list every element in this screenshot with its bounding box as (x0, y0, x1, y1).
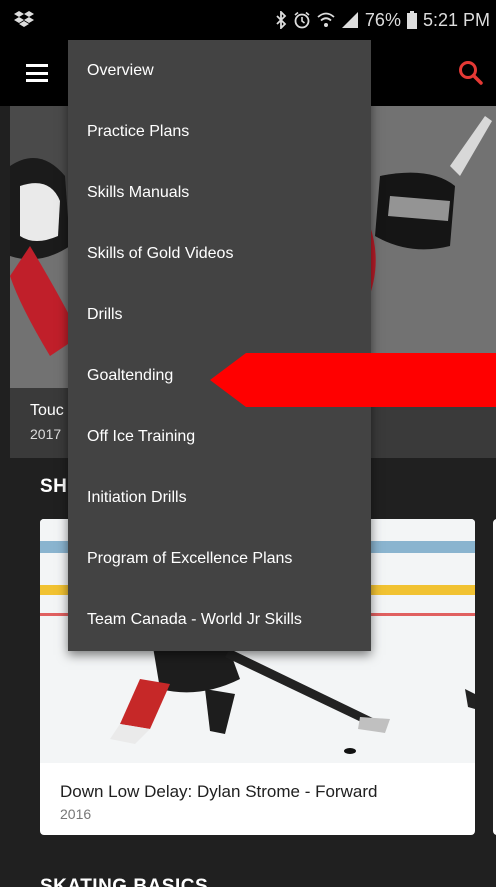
hero-year: 2017 (30, 426, 62, 442)
menu-item-practice-plans[interactable]: Practice Plans (68, 101, 371, 162)
status-icons: 76% 5:21 PM (275, 9, 490, 31)
dropbox-icon (14, 11, 34, 27)
annotation-arrow (210, 353, 496, 407)
menu-item-skills-of-gold-videos[interactable]: Skills of Gold Videos (68, 223, 371, 284)
menu-item-skills-manuals[interactable]: Skills Manuals (68, 162, 371, 223)
wifi-icon (317, 12, 335, 27)
menu-item-off-ice-training[interactable]: Off Ice Training (68, 406, 371, 467)
section-title-skating-basics: SKATING BASICS (40, 876, 209, 887)
card-year: 2016 (60, 806, 92, 822)
menu-item-initiation-drills[interactable]: Initiation Drills (68, 467, 371, 528)
hamburger-menu-icon[interactable] (26, 64, 48, 82)
search-icon[interactable] (454, 56, 488, 90)
alarm-icon (294, 11, 310, 29)
menu-item-drills[interactable]: Drills (68, 284, 371, 345)
status-bar: 76% 5:21 PM (0, 0, 496, 40)
bluetooth-icon (276, 11, 287, 29)
menu-item-program-of-excellence-plans[interactable]: Program of Excellence Plans (68, 528, 371, 589)
hero-title: Touc (30, 402, 64, 419)
menu-item-overview[interactable]: Overview (68, 40, 371, 101)
dropdown-menu: Overview Practice Plans Skills Manuals S… (68, 40, 371, 651)
card-title: Down Low Delay: Dylan Strome - Forward (60, 782, 378, 801)
section-title: SH (40, 476, 68, 497)
status-time: 5:21 PM (422, 9, 490, 30)
menu-item-team-canada-world-jr-skills[interactable]: Team Canada - World Jr Skills (68, 589, 371, 650)
signal-icon (341, 12, 358, 28)
battery-icon (406, 11, 417, 29)
battery-percent: 76% (364, 9, 401, 30)
